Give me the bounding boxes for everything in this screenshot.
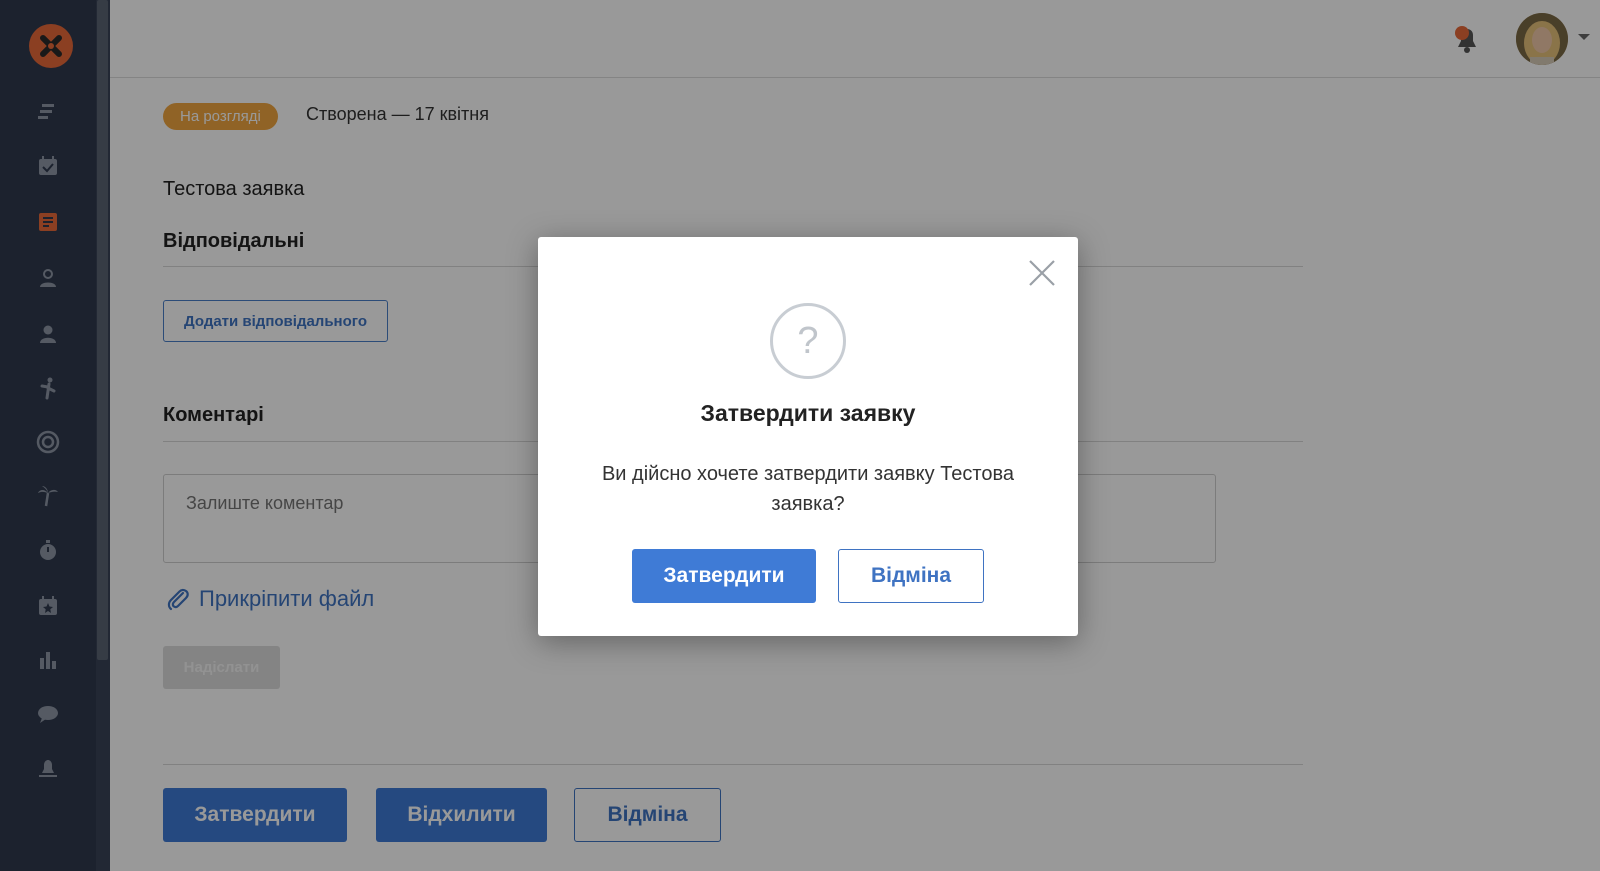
dialog-cancel-button[interactable]: Відміна [838,549,984,603]
dialog-confirm-button[interactable]: Затвердити [632,549,816,603]
confirm-dialog: ? Затвердити заявку Ви дійсно хочете зат… [538,237,1078,636]
dialog-message: Ви дійсно хочете затвердити заявку Тесто… [601,463,1015,515]
close-icon [1029,260,1055,286]
question-icon: ? [770,303,846,379]
dialog-title: Затвердити заявку [700,400,916,426]
close-button[interactable] [1026,257,1058,289]
